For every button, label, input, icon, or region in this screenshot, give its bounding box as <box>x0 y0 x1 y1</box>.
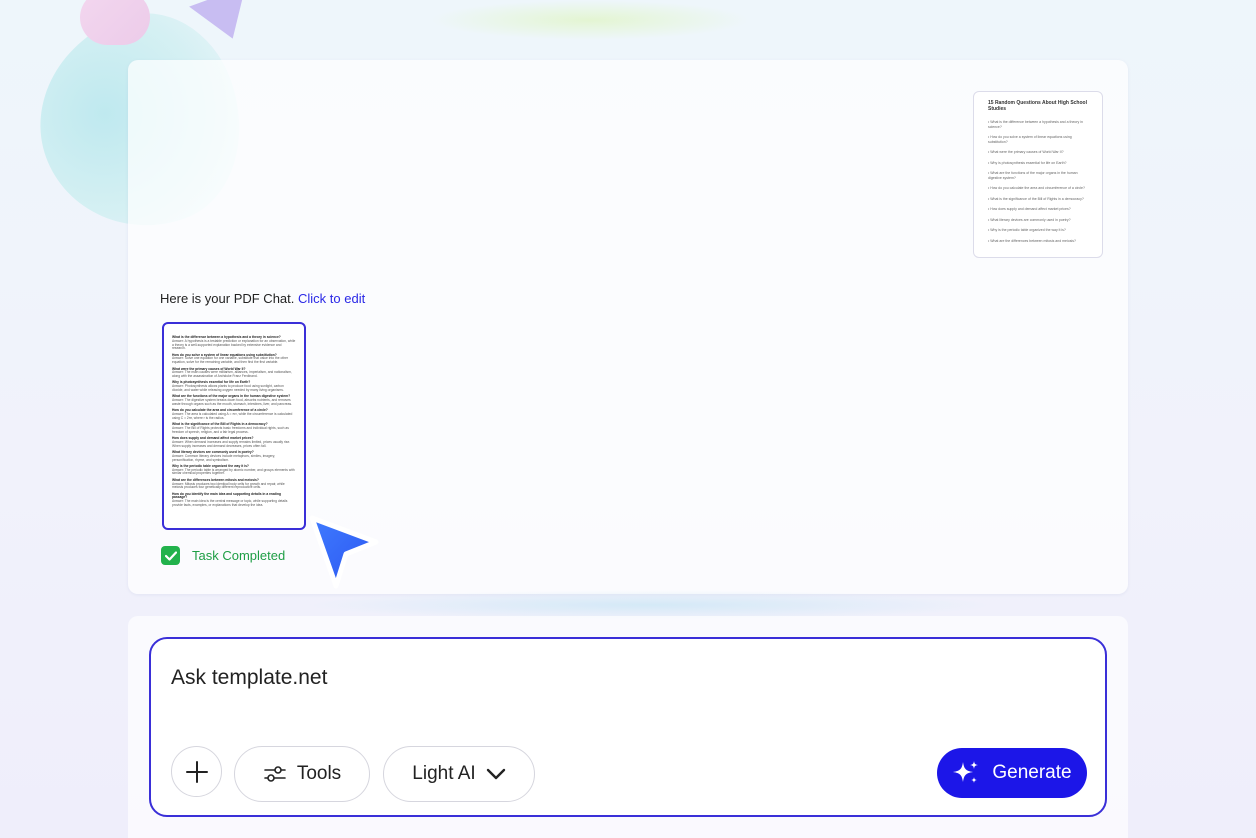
tools-label: Tools <box>296 763 342 784</box>
chat-message: Here is your PDF Chat. Click to edit <box>160 291 365 306</box>
tools-button[interactable]: Tools <box>234 746 370 802</box>
pdf-answer-text: Answer: The main causes were militarism,… <box>172 370 292 379</box>
checkbox-checked-icon <box>161 546 180 565</box>
plus-icon <box>185 760 208 783</box>
pdf-preview-item: How does supply and demand affect market… <box>984 207 1092 212</box>
background-glow <box>430 0 750 40</box>
pdf-preview-item: How do you solve a system of linear equa… <box>984 135 1092 144</box>
generate-button[interactable]: Generate <box>937 748 1087 798</box>
pdf-preview-list: What is the difference between a hypothe… <box>984 120 1092 243</box>
cursor-arrow-icon <box>309 515 379 589</box>
pdf-answer-text: Answer: The digestive system breaks down… <box>172 398 293 406</box>
edit-link[interactable]: Click to edit <box>298 291 365 306</box>
pdf-answer-text: Answer: Common literary devices include … <box>172 453 276 462</box>
pdf-question-item: What are the differences between mitosis… <box>172 478 296 490</box>
pdf-answer-text: Answer: The Bill of Rights protects basi… <box>172 425 289 434</box>
pdf-question-item: How do you identify the main idea and su… <box>172 492 296 508</box>
sliders-icon <box>264 766 286 782</box>
prompt-input[interactable]: Ask template.net Tools Light AI Generate <box>149 637 1107 817</box>
pdf-question-item: Why is photosynthesis essential for life… <box>172 381 296 392</box>
pdf-preview-item: What is the significance of the Bill of … <box>984 197 1092 202</box>
pdf-chat-thumbnail[interactable]: What is the difference between a hypothe… <box>162 322 306 530</box>
composer-panel: Ask template.net Tools Light AI Generate <box>128 616 1128 838</box>
chevron-down-icon <box>486 768 505 780</box>
pdf-preview-item: What are the functions of the major orga… <box>984 171 1092 180</box>
sparkle-icon <box>953 761 979 783</box>
pdf-preview-item: What literary devices are commonly used … <box>984 218 1092 223</box>
pdf-answer-text: Answer: Solve one equation for one varia… <box>172 356 289 365</box>
model-label: Light AI <box>412 763 476 784</box>
pdf-question-item: What were the primary causes of World Wa… <box>172 367 296 379</box>
pdf-preview-item: Why is photosynthesis essential for life… <box>984 161 1092 166</box>
pdf-answer-text: Answer: A hypothesis is a testable predi… <box>172 338 296 351</box>
pdf-question-item: What is the difference between a hypothe… <box>172 335 296 351</box>
add-button[interactable] <box>171 746 222 797</box>
pdf-answer-text: Answer: The main idea is the central mes… <box>172 499 288 507</box>
pdf-preview-item: What are the differences between mitosis… <box>984 239 1092 244</box>
pdf-preview-item: What is the difference between a hypothe… <box>984 120 1092 129</box>
pdf-preview-title: 15 Random Questions About High School St… <box>988 100 1087 112</box>
generate-label: Generate <box>992 762 1072 783</box>
pdf-answer-text: Answer: The periodic table is arranged b… <box>172 467 295 476</box>
pdf-question-item: What literary devices are commonly used … <box>172 450 296 462</box>
pdf-preview-item: How do you calculate the area and circum… <box>984 186 1092 191</box>
background-shape-pink <box>80 0 150 45</box>
pdf-answer-text: Answer: Mitosis produces two identical b… <box>172 481 285 490</box>
pdf-preview-item: What were the primary causes of World Wa… <box>984 150 1092 155</box>
pdf-chat-content: What is the difference between a hypothe… <box>172 335 296 508</box>
task-status-label: Task Completed <box>192 548 286 563</box>
pdf-answer-text: Answer: Photosynthesis allows plants to … <box>172 384 284 393</box>
pdf-preview-thumbnail[interactable]: 15 Random Questions About High School St… <box>973 91 1103 258</box>
pdf-question-item: How do you solve a system of linear equa… <box>172 353 296 365</box>
pdf-question-item: What is the significance of the Bill of … <box>172 422 296 434</box>
chat-panel: 15 Random Questions About High School St… <box>128 60 1128 594</box>
pdf-question-item: How does supply and demand affect market… <box>172 436 296 448</box>
pdf-answer-text: Answer: When demand increases and supply… <box>172 439 291 448</box>
prompt-placeholder: Ask template.net <box>171 666 328 689</box>
pdf-question-item: Why is the periodic table organized the … <box>172 464 296 476</box>
pdf-answer-text: Answer: The area is calculated using A =… <box>172 412 293 420</box>
chat-message-text: Here is your PDF Chat. <box>160 291 295 306</box>
pdf-question-item: How do you calculate the area and circum… <box>172 408 296 420</box>
task-status: Task Completed <box>161 546 285 565</box>
pdf-question-item: What are the functions of the major orga… <box>172 395 296 406</box>
pdf-preview-item: Why is the periodic table organized the … <box>984 228 1092 233</box>
model-select[interactable]: Light AI <box>383 746 535 802</box>
